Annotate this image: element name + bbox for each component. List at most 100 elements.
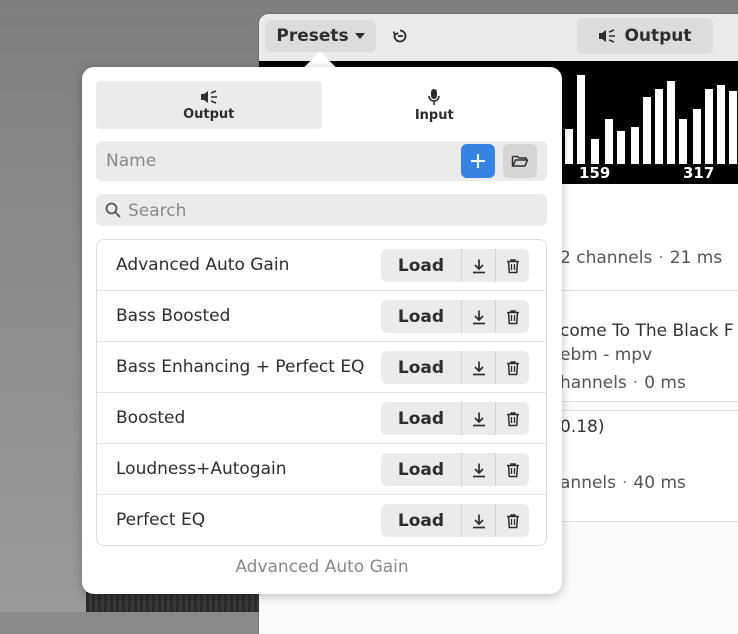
delete-preset-button[interactable] [496, 351, 529, 384]
load-preset-button[interactable]: Load [381, 504, 462, 537]
spectrum-bar [631, 127, 639, 164]
preset-actions: Load [381, 351, 529, 384]
preset-actions: Load [381, 300, 529, 333]
load-preset-button[interactable]: Load [381, 300, 462, 333]
output-view-button[interactable]: Output [577, 18, 713, 54]
tab-input[interactable]: Input [322, 81, 548, 129]
new-preset-row [96, 141, 547, 181]
reset-button[interactable] [389, 25, 411, 47]
reset-icon [392, 29, 407, 43]
latency-text: 21 ms [669, 248, 723, 268]
save-preset-button[interactable] [462, 351, 496, 384]
import-preset-button[interactable] [503, 144, 537, 178]
plus-icon [471, 154, 485, 168]
spectrum-bar [717, 85, 725, 164]
channels-text: 2 channels [560, 248, 653, 268]
output-button-label: Output [624, 26, 692, 46]
preset-actions: Load [381, 402, 529, 435]
list-item: Bass Boosted Load [97, 291, 546, 342]
delete-preset-button[interactable] [496, 453, 529, 486]
spectrum-bar [591, 139, 599, 164]
delete-preset-button[interactable] [496, 504, 529, 537]
search-field [96, 194, 547, 228]
save-preset-button[interactable] [462, 300, 496, 333]
header-bar: Presets Output [259, 14, 738, 62]
tab-output-label: Output [183, 106, 235, 122]
folder-open-icon [511, 155, 529, 167]
trash-icon [506, 258, 519, 273]
speaker-icon [200, 89, 217, 104]
preset-name: Perfect EQ [116, 510, 206, 530]
spectrum-bar [605, 119, 613, 164]
media-subtitle: ebm - mpv [560, 345, 653, 365]
spectrum-frequency-label: 317 [683, 164, 715, 182]
save-preset-button[interactable] [462, 453, 496, 486]
channels-text: hannels [560, 373, 627, 393]
presets-popover: Output Input Name Search Advanced Auto G… [82, 67, 562, 594]
load-preset-button[interactable]: Load [381, 249, 462, 282]
presets-menu-button[interactable]: Presets [265, 20, 376, 52]
device-title: 0.18) [560, 417, 605, 437]
spectrum-bar [643, 97, 651, 164]
separator-dot: · [622, 473, 628, 493]
download-icon [472, 310, 485, 324]
preset-actions: Load [381, 504, 529, 537]
preset-type-switcher: Output Input [96, 81, 547, 129]
download-icon [472, 514, 485, 528]
presets-button-label: Presets [276, 26, 349, 46]
preset-actions: Load [381, 453, 529, 486]
save-preset-button[interactable] [462, 249, 496, 282]
microphone-icon [428, 88, 441, 105]
spectrum-bar [617, 131, 625, 164]
preset-name: Bass Enhancing + Perfect EQ [116, 357, 365, 377]
download-icon [472, 259, 485, 273]
trash-icon [506, 462, 519, 477]
preset-actions: Load [381, 249, 529, 282]
spectrum-bar [565, 129, 573, 164]
channels-text: annels [560, 473, 617, 493]
separator-dot: · [632, 373, 639, 393]
search-input[interactable] [126, 194, 540, 228]
trash-icon [506, 411, 519, 426]
trash-icon [506, 309, 519, 324]
search-icon [105, 202, 121, 218]
media-title: come To The Black F [560, 321, 734, 341]
list-item: Advanced Auto Gain Load [97, 240, 546, 291]
delete-preset-button[interactable] [496, 300, 529, 333]
preset-name: Bass Boosted [116, 306, 231, 326]
list-item: Bass Enhancing + Perfect EQ Load [97, 342, 546, 393]
add-preset-button[interactable] [461, 144, 495, 178]
spectrum-bar [667, 81, 675, 164]
list-item: Perfect EQ Load [97, 495, 546, 545]
spectrum-frequency-label: 159 [579, 164, 611, 182]
tab-input-label: Input [414, 107, 454, 123]
download-icon [472, 412, 485, 426]
preset-list: Advanced Auto Gain Load Bass Boosted Load Ba… [96, 239, 547, 546]
load-preset-button[interactable]: Load [381, 351, 462, 384]
spectrum-bar [729, 91, 737, 164]
speaker-icon [599, 29, 616, 43]
preset-name: Loudness+Autogain [116, 459, 287, 479]
preset-name-input[interactable] [96, 141, 466, 181]
tab-output[interactable]: Output [96, 81, 322, 129]
save-preset-button[interactable] [462, 402, 496, 435]
current-preset-label: Advanced Auto Gain [235, 557, 409, 577]
delete-preset-button[interactable] [496, 402, 529, 435]
spectrum-bar [705, 89, 713, 164]
spectrum-bar [679, 119, 687, 164]
delete-preset-button[interactable] [496, 249, 529, 282]
load-preset-button[interactable]: Load [381, 453, 462, 486]
download-icon [472, 463, 485, 477]
latency-text: 40 ms [633, 473, 686, 493]
load-preset-button[interactable]: Load [381, 402, 462, 435]
chevron-down-icon [354, 33, 365, 39]
latency-text: 0 ms [644, 373, 686, 393]
list-item: Boosted Load [97, 393, 546, 444]
list-item: Loudness+Autogain Load [97, 444, 546, 495]
save-preset-button[interactable] [462, 504, 496, 537]
spectrum-bar [693, 109, 701, 164]
download-icon [472, 361, 485, 375]
spectrum-bar [655, 89, 663, 164]
trash-icon [506, 513, 519, 528]
preset-name: Advanced Auto Gain [116, 255, 290, 275]
